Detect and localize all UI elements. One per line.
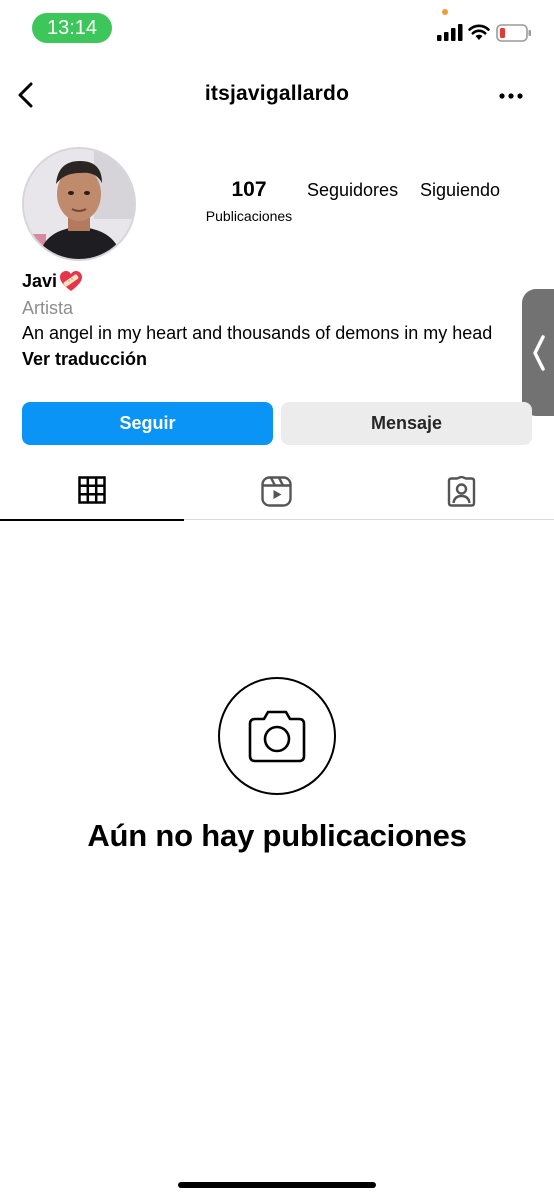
profile-category: Artista xyxy=(22,298,74,318)
profile-bio: Javi Artista An angel in my heart and th… xyxy=(22,270,532,370)
posts-count: 107 xyxy=(231,178,267,201)
following-stat[interactable]: Siguiendo xyxy=(420,180,500,201)
battery-icon xyxy=(496,24,531,42)
display-name: Javi xyxy=(22,270,58,291)
tab-tagged[interactable] xyxy=(368,462,554,520)
posts-label: Publicaciones xyxy=(205,208,293,224)
wifi-icon xyxy=(468,24,490,40)
more-horizontal-icon[interactable] xyxy=(498,92,524,100)
tab-posts-grid[interactable] xyxy=(0,462,184,521)
status-bar: 13:14 xyxy=(0,0,554,56)
tagged-icon xyxy=(447,476,476,507)
followers-stat[interactable]: Seguidores xyxy=(307,180,398,201)
empty-state-camera xyxy=(218,677,336,795)
profile-username: itsjavigallardo xyxy=(204,82,350,105)
bio-text: An angel in my heart and thousands of de… xyxy=(22,323,493,343)
cellular-signal-icon xyxy=(437,24,463,41)
profile-avatar[interactable] xyxy=(22,147,136,261)
camera-icon xyxy=(248,710,306,763)
reels-icon xyxy=(261,476,292,507)
home-indicator[interactable] xyxy=(178,1182,376,1188)
privacy-indicator-dot xyxy=(442,9,448,15)
empty-state-title: Aún no hay publicaciones xyxy=(87,818,467,853)
follow-button[interactable]: Seguir xyxy=(22,402,273,445)
see-translation-link[interactable]: Ver traducción xyxy=(22,349,532,370)
posts-stat[interactable]: 107 Publicaciones xyxy=(198,178,300,224)
chevron-left-icon xyxy=(533,335,545,371)
profile-header: itsjavigallardo xyxy=(0,70,554,120)
avatar-photo xyxy=(24,149,134,259)
status-time: 13:14 xyxy=(32,13,112,43)
side-panel-handle[interactable] xyxy=(522,289,554,416)
display-name-row: Javi xyxy=(22,270,532,292)
heart-with-bandage-icon xyxy=(60,271,83,291)
message-button[interactable]: Mensaje xyxy=(281,402,532,445)
grid-icon xyxy=(78,476,106,504)
profile-tabs xyxy=(0,462,554,521)
tab-reels[interactable] xyxy=(184,462,368,520)
